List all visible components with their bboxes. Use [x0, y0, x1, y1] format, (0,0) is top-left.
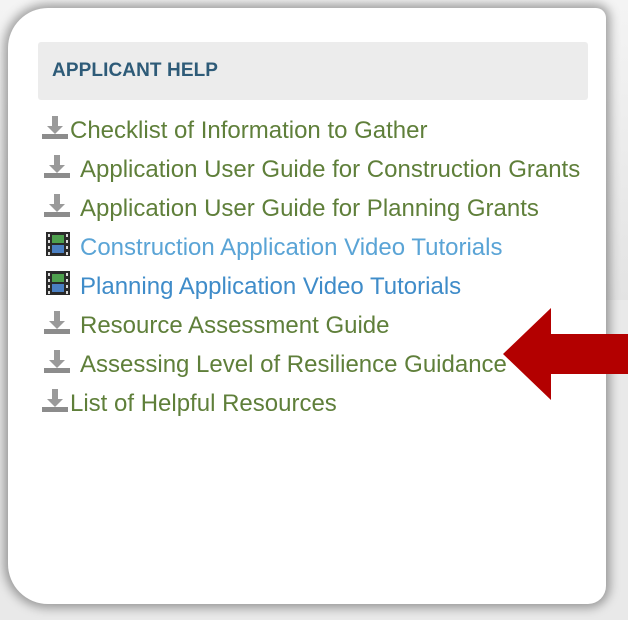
red-arrow-shape: [503, 308, 628, 400]
link-construction-guide[interactable]: Application User Guide for Construction …: [38, 150, 588, 189]
download-icon: [42, 116, 68, 139]
link-helpful-resources-label: List of Helpful Resources: [70, 390, 337, 417]
link-checklist[interactable]: Checklist of Information to Gather: [38, 111, 588, 150]
download-icon: [44, 155, 70, 178]
red-arrow-annotation: [503, 308, 628, 400]
link-planning-video[interactable]: Planning Application Video Tutorials: [38, 267, 588, 306]
link-resource-assessment-label: Resource Assessment Guide: [80, 312, 390, 339]
panel-title: APPLICANT HELP: [52, 60, 219, 81]
film-icon: [46, 232, 70, 256]
link-planning-guide[interactable]: Application User Guide for Planning Gran…: [38, 189, 588, 228]
download-icon: [44, 311, 70, 334]
download-icon: [44, 350, 70, 373]
link-resilience-guidance-label: Assessing Level of Resilience Guidance: [80, 351, 507, 378]
link-checklist-label: Checklist of Information to Gather: [70, 117, 428, 144]
link-planning-video-label: Planning Application Video Tutorials: [80, 273, 462, 300]
link-construction-video-label: Construction Application Video Tutorials: [80, 234, 503, 261]
link-planning-guide-label: Application User Guide for Planning Gran…: [80, 195, 539, 222]
panel-header: APPLICANT HELP: [38, 42, 588, 100]
download-icon: [42, 389, 68, 412]
link-construction-video[interactable]: Construction Application Video Tutorials: [38, 228, 588, 267]
download-icon: [44, 194, 70, 217]
link-construction-guide-label: Application User Guide for Construction …: [80, 156, 581, 183]
film-icon: [46, 271, 70, 295]
